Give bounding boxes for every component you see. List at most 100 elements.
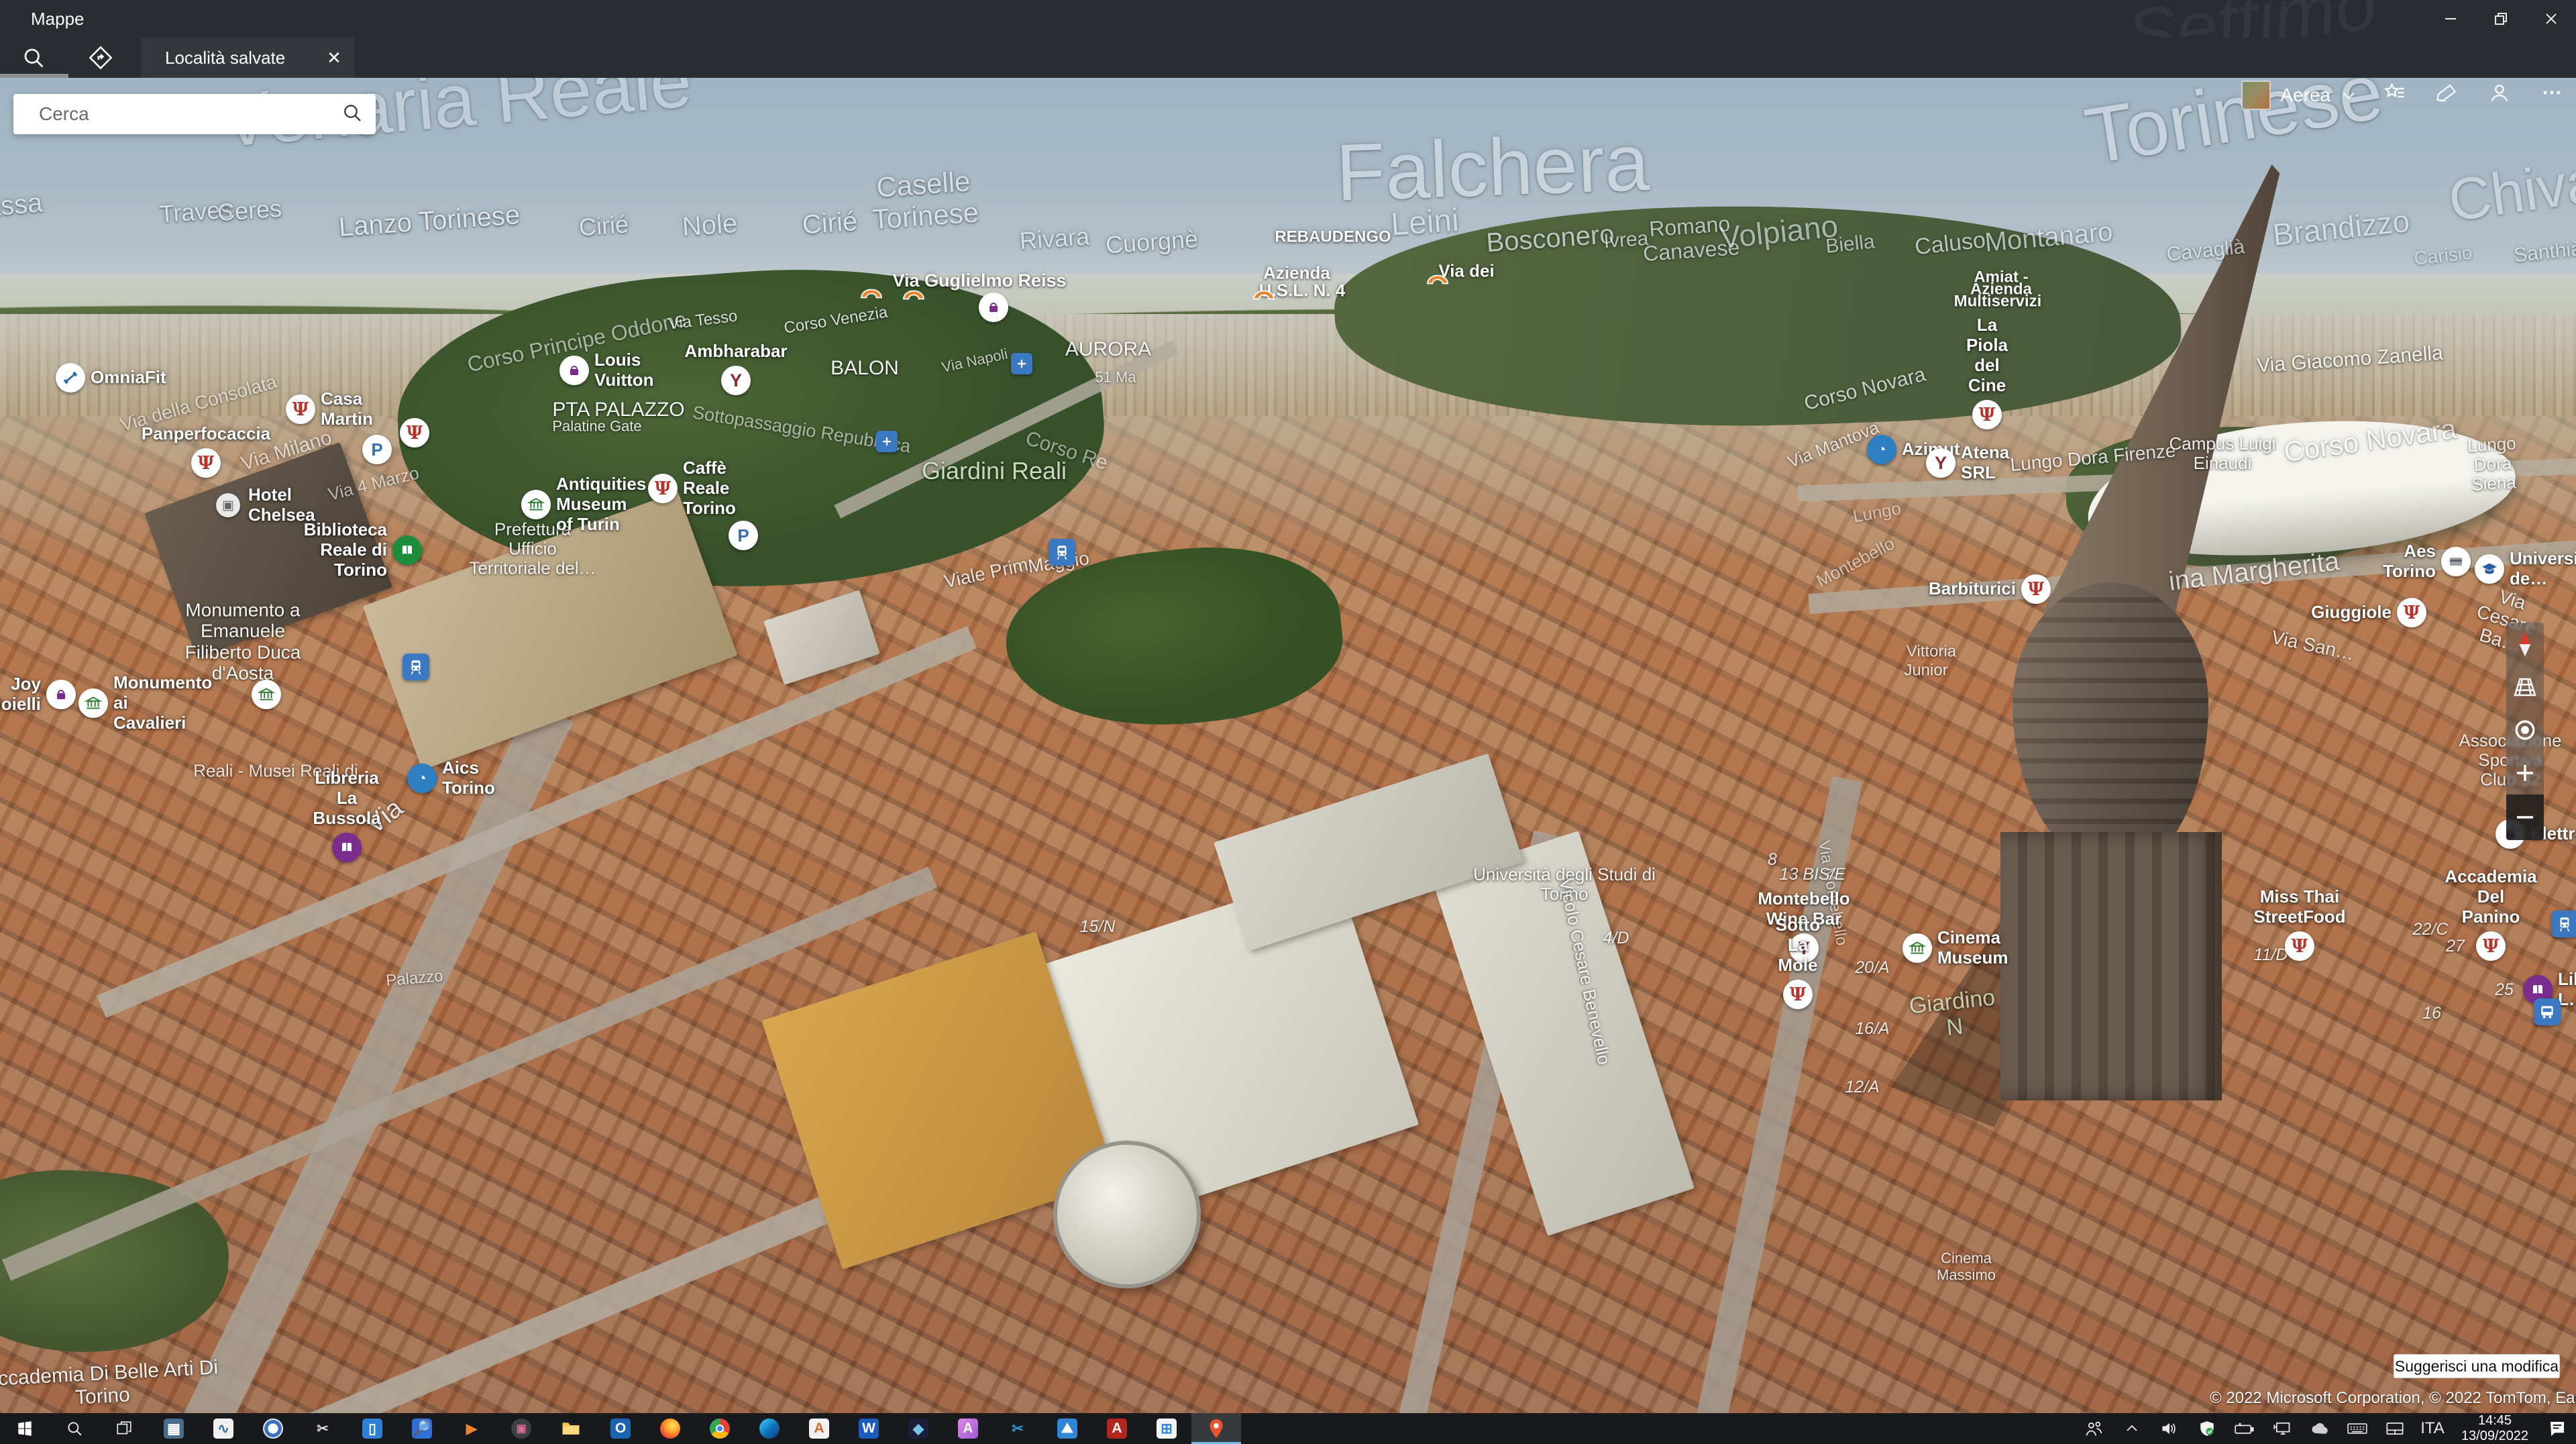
museum-icon[interactable] <box>252 680 281 709</box>
suggest-edit-button[interactable]: Suggerisci una modifica <box>2394 1354 2560 1378</box>
taskbar-app-outlook[interactable]: O <box>596 1413 645 1444</box>
train-icon[interactable] <box>402 654 429 680</box>
university-icon[interactable] <box>2475 554 2504 584</box>
restaurant-icon[interactable]: Ψ <box>648 474 678 503</box>
tray-volume-icon[interactable] <box>2151 1413 2188 1444</box>
bus-icon[interactable] <box>2534 998 2561 1025</box>
ink-button[interactable] <box>2432 81 2462 109</box>
taskbar-app-task-view[interactable] <box>99 1413 149 1444</box>
taskbar-clock[interactable]: 14:45 13/09/2022 <box>2451 1413 2538 1444</box>
taskbar-app-photoshop-elements[interactable]: ◆ <box>894 1413 943 1444</box>
shop-icon[interactable] <box>559 356 589 385</box>
book-green-icon[interactable] <box>392 535 422 565</box>
restaurant-icon[interactable]: Ψ <box>2476 931 2506 961</box>
directions-tab[interactable] <box>67 38 134 78</box>
taskbar-app-search[interactable] <box>50 1413 99 1444</box>
taskbar-app-wordpad[interactable]: A <box>794 1413 844 1444</box>
taskbar-app-start[interactable] <box>0 1413 50 1444</box>
restaurant-icon[interactable]: Ψ <box>2285 931 2314 961</box>
zoom-in-button[interactable] <box>2506 752 2544 794</box>
restaurant-icon[interactable]: Ψ <box>2021 574 2051 604</box>
tray-language-indicator[interactable]: ITA <box>2414 1413 2451 1444</box>
taskbar-app-stocks[interactable]: ∿ <box>199 1413 248 1444</box>
search-input[interactable] <box>39 103 329 125</box>
taskbar-app-maps[interactable] <box>1191 1413 1241 1444</box>
gym-icon[interactable] <box>56 363 85 393</box>
action-center-icon[interactable] <box>2538 1413 2576 1444</box>
restaurant-icon[interactable]: Ψ <box>2397 598 2426 627</box>
taskbar-app-your-phone[interactable]: ▯ <box>347 1413 397 1444</box>
sign-icon[interactable] <box>876 431 898 452</box>
card-icon[interactable] <box>2441 547 2471 576</box>
parking-icon[interactable]: P <box>362 435 392 464</box>
restaurant-icon[interactable]: Ψ <box>400 418 429 448</box>
taskbar-app-affinity-photo[interactable]: A <box>943 1413 993 1444</box>
badge-blue-icon[interactable]: ◔ <box>1867 435 1896 464</box>
more-button[interactable] <box>2537 81 2567 109</box>
locate-me-icon[interactable] <box>2506 709 2544 752</box>
taskbar-app-calculator[interactable]: ▦ <box>149 1413 199 1444</box>
sign-icon[interactable] <box>1011 353 1032 374</box>
restore-button[interactable] <box>2475 0 2526 38</box>
tilt-view-icon[interactable] <box>2506 666 2544 709</box>
restaurant-icon[interactable]: Ψ <box>1972 400 2002 429</box>
tray-security-icon[interactable] <box>2188 1413 2226 1444</box>
map-style-selector[interactable]: Aerea <box>2241 81 2357 110</box>
train-icon[interactable] <box>2551 911 2576 937</box>
taskbar-app-store[interactable]: ⊞ <box>1142 1413 1191 1444</box>
shop-icon[interactable] <box>46 680 76 709</box>
minimize-button[interactable] <box>2425 0 2475 38</box>
town-label: Nole <box>681 209 738 242</box>
poi-label: Ambharabar <box>684 342 787 362</box>
close-button[interactable] <box>2526 0 2576 38</box>
arch-icon[interactable] <box>1423 262 1452 291</box>
arch-icon[interactable] <box>1249 277 1279 307</box>
arch-icon[interactable] <box>857 276 886 305</box>
taskbar-app-acrobat[interactable]: A <box>1092 1413 1142 1444</box>
tray-hidden-icons-icon[interactable] <box>2113 1413 2151 1444</box>
taskbar-app-edge[interactable] <box>745 1413 794 1444</box>
tray-people-icon[interactable] <box>2076 1413 2113 1444</box>
taskbar-app-chrome[interactable] <box>695 1413 745 1444</box>
badge-blue-icon[interactable]: ◔ <box>407 764 437 793</box>
parking-icon[interactable]: P <box>729 521 758 550</box>
search-tab[interactable] <box>0 38 67 78</box>
wine-icon[interactable]: Y <box>1926 448 1955 478</box>
tray-network-icon[interactable] <box>2263 1413 2301 1444</box>
arch-icon[interactable] <box>899 277 928 307</box>
account-button[interactable] <box>2485 81 2514 109</box>
taskbar-app-photos[interactable]: ⛰ <box>1042 1413 1092 1444</box>
badge-gray-icon[interactable]: ▣ <box>216 493 240 517</box>
taskbar-app-snipping-tool[interactable]: ✂ <box>298 1413 347 1444</box>
tab-saved-places[interactable]: Località salvate ✕ <box>141 38 354 78</box>
taskbar-app-quick-assist[interactable]: ▣ <box>496 1413 546 1444</box>
tray-touchpad-icon[interactable] <box>2376 1413 2414 1444</box>
map-viewport[interactable]: Venaria RealeFalcheraTorineseChivassoLas… <box>0 0 2576 1444</box>
tab-close-icon[interactable]: ✕ <box>314 48 354 68</box>
taskbar-app-scissors[interactable]: ✂ <box>993 1413 1042 1444</box>
museum-icon[interactable] <box>78 688 108 718</box>
cocktail-icon[interactable]: Y <box>721 366 751 395</box>
taskbar-app-loop[interactable] <box>248 1413 298 1444</box>
restaurant-icon[interactable]: Ψ <box>1783 980 1813 1009</box>
zoom-out-button[interactable] <box>2506 794 2544 840</box>
compass-icon[interactable] <box>2506 623 2544 666</box>
museum-icon[interactable] <box>521 490 551 519</box>
taskbar-app-word[interactable]: W <box>844 1413 894 1444</box>
museum-icon[interactable] <box>1902 933 1932 963</box>
shop-icon[interactable] <box>979 293 1008 322</box>
restaurant-icon[interactable]: Ψ <box>286 395 315 424</box>
tray-onedrive-icon[interactable] <box>2301 1413 2339 1444</box>
taskbar-app-media-player[interactable]: ▶ <box>447 1413 496 1444</box>
book-purple-icon[interactable] <box>332 833 362 862</box>
taskbar-app-magnifier[interactable]: 🔎 <box>397 1413 447 1444</box>
restaurant-icon[interactable]: Ψ <box>191 448 221 478</box>
tray-battery-icon[interactable] <box>2226 1413 2263 1444</box>
street-label: Campus Luigi Einaudi <box>2169 434 2276 473</box>
tray-keyboard-icon[interactable] <box>2339 1413 2376 1444</box>
favorites-button[interactable] <box>2380 81 2410 110</box>
taskbar-app-file-explorer[interactable] <box>546 1413 596 1444</box>
search-submit[interactable] <box>329 102 376 127</box>
taskbar-app-firefox[interactable] <box>645 1413 695 1444</box>
train-icon[interactable] <box>1049 539 1075 566</box>
